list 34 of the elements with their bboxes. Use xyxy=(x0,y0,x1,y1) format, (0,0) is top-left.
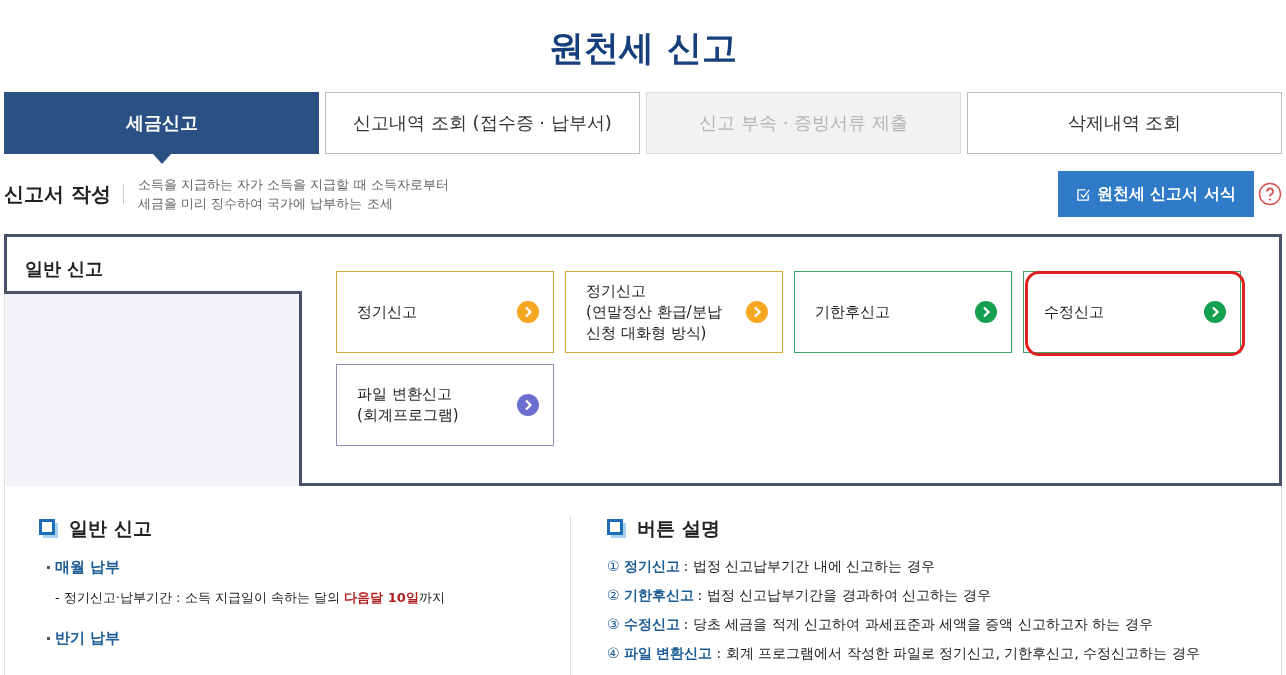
section-description: 세금을 미리 징수하여 국가에 납부하는 조세 xyxy=(137,195,394,213)
report-card[interactable]: 파일 변환신고 (회계프로그램) xyxy=(336,364,554,446)
page-title: 원천세 신고 xyxy=(548,27,738,70)
help-icon[interactable] xyxy=(1258,182,1282,206)
item-term: 수정신고 xyxy=(623,616,680,634)
info-title: 버튼 설명 xyxy=(637,516,720,541)
info-title: 일반 신고 xyxy=(69,516,152,541)
item-number: ③ xyxy=(607,616,620,634)
item-term: 정기신고 xyxy=(623,558,680,576)
report-card[interactable]: 정기신고 xyxy=(336,271,554,353)
item-number: ② xyxy=(607,587,620,605)
section-title: 신고서 작성 xyxy=(4,184,124,204)
report-card[interactable]: 기한후신고 xyxy=(794,271,1012,353)
report-card[interactable]: 정기신고 (연말정산 환급/분납 신청 대화형 방식) xyxy=(565,271,783,353)
item-description: : 회계 프로그램에서 작성한 파일로 정기신고, 기한후신고, 수정신고하는 경우 xyxy=(716,645,1200,663)
item-term: 파일 변환신고 xyxy=(623,645,713,663)
edit-icon xyxy=(1075,186,1091,202)
group-heading: 매월 납부 xyxy=(55,558,121,577)
item-number: ④ xyxy=(607,645,620,663)
group-heading: 반기 납부 xyxy=(55,629,121,648)
section-description: 소득을 지급하는 자가 소득을 지급할 때 소득자로부터 xyxy=(137,176,449,194)
tab[interactable]: 신고내역 조회 (접수증 · 납부서) xyxy=(325,92,640,154)
note-text: - 정기신고·납부기간 : 소득 지급일이 속하는 달의 다음달 10일까지 xyxy=(55,589,446,607)
tab[interactable]: 세금신고 xyxy=(4,92,319,154)
tab[interactable]: 삭제내역 조회 xyxy=(967,92,1282,154)
item-number: ① xyxy=(607,558,620,576)
item-description: : 법정 신고납부기간 내에 신고하는 경우 xyxy=(683,558,935,576)
item-term: 기한후신고 xyxy=(623,587,694,605)
report-card[interactable]: 수정신고 xyxy=(1023,271,1241,353)
square-icon xyxy=(607,519,627,539)
item-description: : 당초 세금을 적게 신고하여 과세표준과 세액을 증액 신고하고자 하는 경우 xyxy=(683,616,1153,634)
form-button[interactable]: 원천세 신고서 서식 xyxy=(1057,171,1254,217)
item-description: : 법정 신고납부기간을 경과하여 신고하는 경우 xyxy=(697,587,991,605)
square-icon xyxy=(39,519,59,539)
